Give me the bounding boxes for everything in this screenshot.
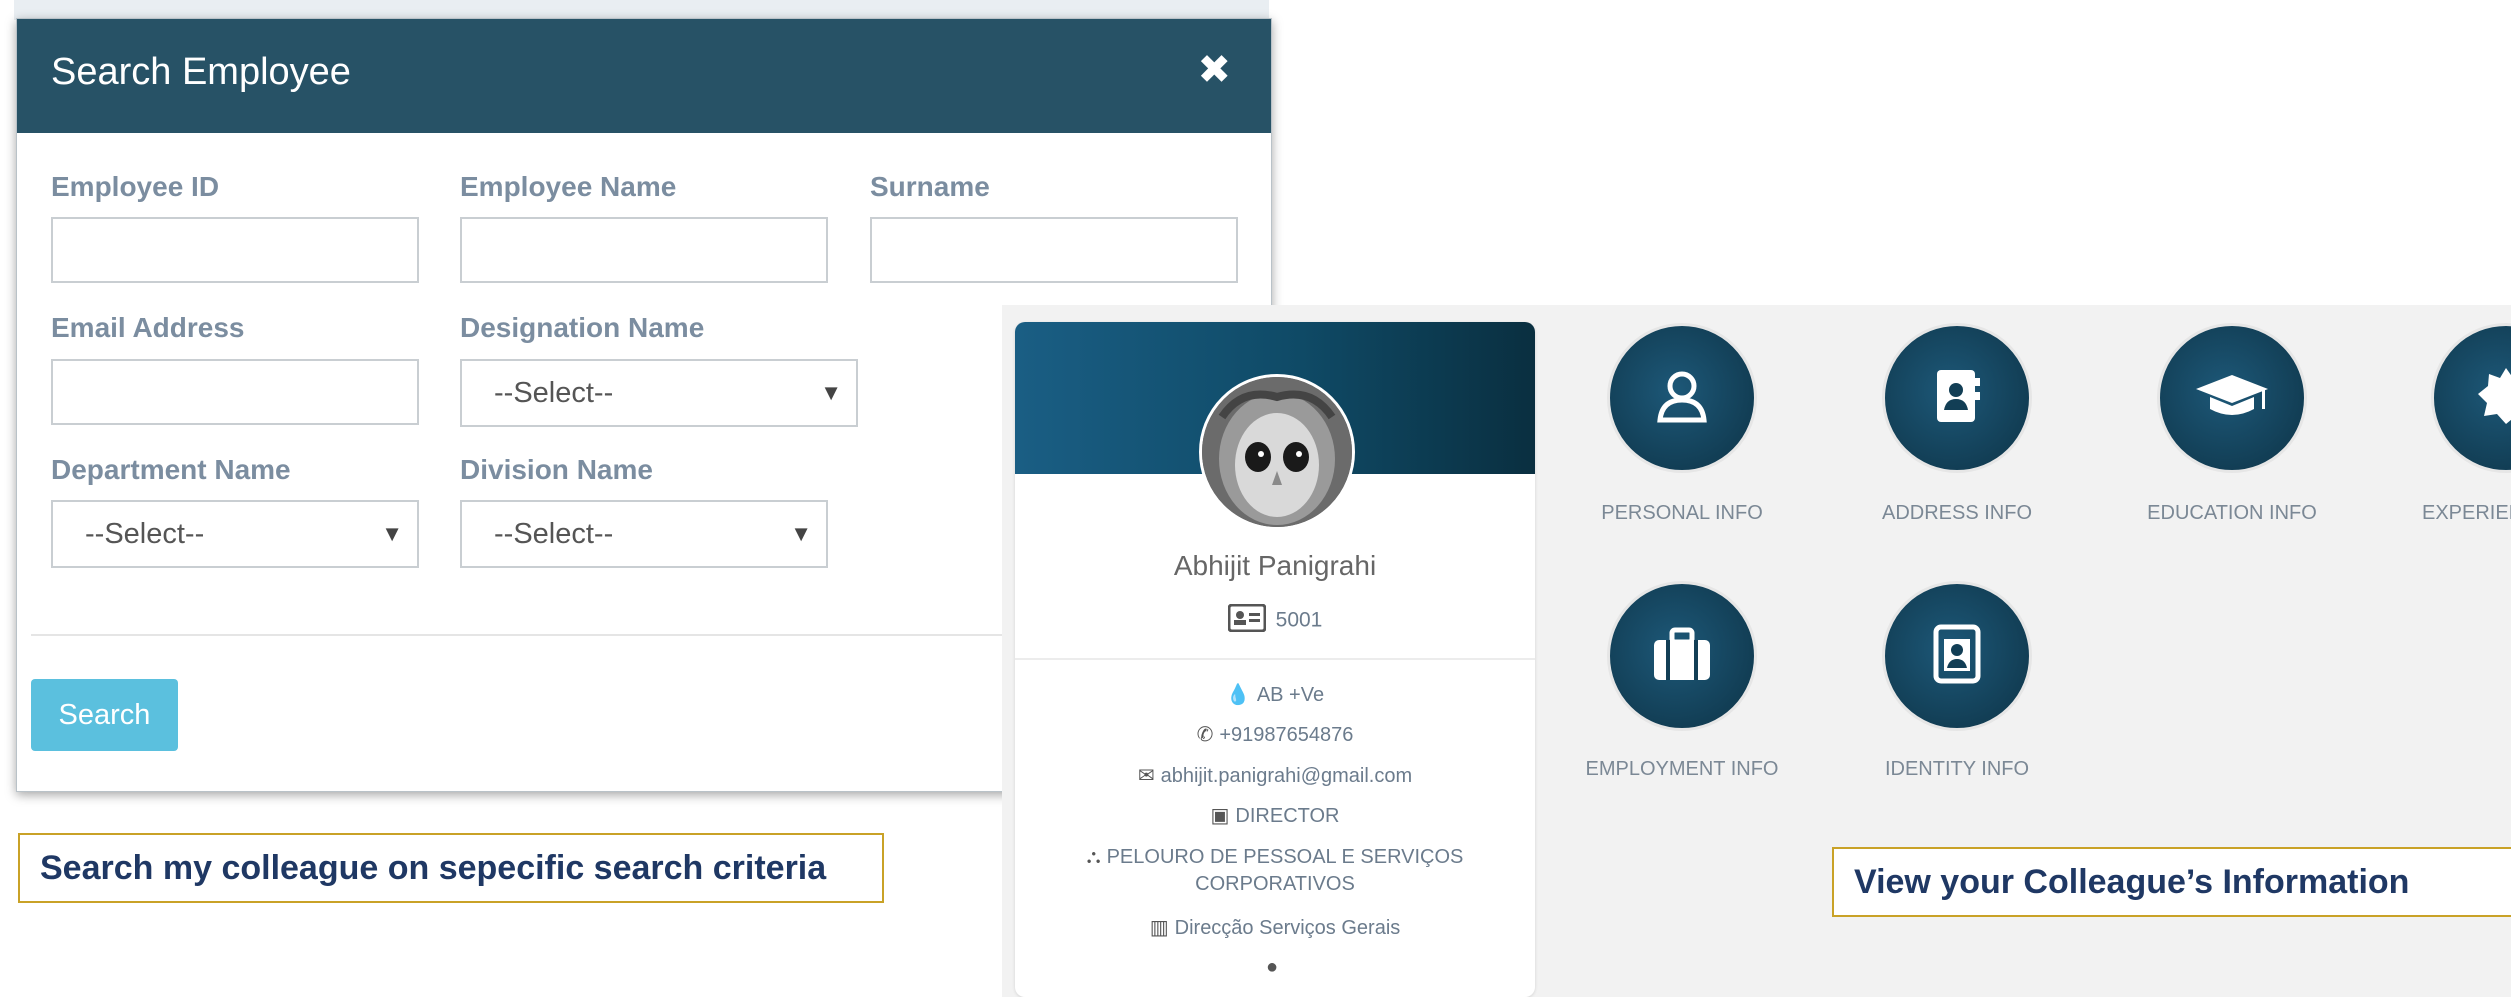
designation-label: Designation Name (460, 312, 705, 343)
department-select[interactable]: --Select-- ▼ (51, 500, 419, 568)
employee-name: Abhijit Panigrahi (1173, 550, 1377, 581)
search-button[interactable]: Search (31, 679, 178, 751)
identity-info-label[interactable]: IDENTITY INFO (1827, 758, 2087, 781)
department-select-value: --Select-- (85, 518, 205, 550)
chevron-down-icon: ▼ (790, 521, 812, 546)
employee-name-input[interactable] (460, 217, 828, 283)
close-icon[interactable]: ✖ (1197, 47, 1231, 93)
designation-select-value: --Select-- (494, 377, 614, 409)
backdrop-strip (14, 0, 1269, 20)
personal-info-tile[interactable] (1607, 323, 1757, 473)
division-label: Division Name (460, 454, 653, 485)
graduation-cap-icon (2194, 371, 2270, 426)
employee-id-row: 5001 (1015, 603, 1535, 638)
card-separator (1015, 658, 1535, 660)
id-card-icon (1227, 603, 1267, 638)
profile-card: Abhijit Panigrahi 5001 💧 AB +Ve ✆ +9198765… (1015, 322, 1535, 997)
personal-info-label[interactable]: PERSONAL INFO (1552, 502, 1812, 525)
briefcase-icon (1650, 626, 1714, 687)
division-select-value: --Select-- (494, 518, 614, 550)
person-icon (1652, 366, 1712, 431)
department-label: Department Name (51, 454, 291, 485)
phone-value: +91987654876 (1219, 724, 1354, 746)
chevron-down-icon: ▼ (820, 380, 842, 405)
employee-id-input[interactable] (51, 217, 419, 283)
avatar (1199, 374, 1355, 530)
badge-icon (2476, 366, 2511, 431)
phone-row: ✆ +91987654876 (1055, 722, 1495, 749)
education-info-label[interactable]: EDUCATION INFO (2102, 502, 2362, 525)
division-select[interactable]: --Select-- ▼ (460, 500, 828, 568)
droplet-icon: 💧 (1225, 684, 1251, 706)
surname-input[interactable] (870, 217, 1238, 283)
id-badge-icon: ▣ (1210, 805, 1230, 827)
address-info-tile[interactable] (1882, 323, 2032, 473)
designation-value: DIRECTOR (1235, 805, 1340, 827)
email-input[interactable] (51, 359, 419, 425)
division-value: Direcção Serviços Gerais (1174, 917, 1401, 939)
surname-label: Surname (870, 171, 990, 202)
employment-info-tile[interactable] (1607, 581, 1757, 731)
map-marker-icon: ● (1265, 956, 1279, 978)
view-caption: View your Colleague’s Information (1832, 847, 2511, 917)
email-label: Email Address (51, 312, 245, 343)
id-badge-icon (1932, 623, 1982, 690)
employee-id-value: 5001 (1275, 608, 1323, 632)
location-row: ● (1055, 954, 1495, 981)
department-value: PELOURO DE PESSOAL E SERVIÇOS CORPORATIV… (1106, 846, 1464, 895)
modal-header: Search Employee ✖ (17, 19, 1271, 133)
search-caption: Search my colleague on sepecific search … (18, 833, 884, 903)
division-row: ▥ Direcção Serviços Gerais (1055, 915, 1495, 942)
chevron-down-icon: ▼ (381, 521, 403, 546)
address-info-label[interactable]: ADDRESS INFO (1827, 502, 2087, 525)
designation-row: ▣ DIRECTOR (1055, 803, 1495, 830)
envelope-icon: ✉ (1137, 765, 1155, 787)
modal-title: Search Employee (51, 51, 351, 93)
phone-icon: ✆ (1196, 724, 1214, 746)
email-value: abhijit.panigrahi@gmail.com (1160, 765, 1413, 787)
blood-group-value: AB +Ve (1256, 684, 1325, 706)
sitemap-icon: ⛬ (1086, 846, 1101, 868)
employee-id-label: Employee ID (51, 171, 220, 202)
address-book-icon (1929, 366, 1985, 431)
education-info-tile[interactable] (2157, 323, 2307, 473)
building-icon: ▥ (1149, 917, 1169, 939)
employment-info-label[interactable]: EMPLOYMENT INFO (1552, 758, 1812, 781)
department-row: ⛬ PELOURO DE PESSOAL E SERVIÇOS CORPORATI… (1055, 844, 1495, 898)
email-row: ✉ abhijit.panigrahi@gmail.com (1055, 763, 1495, 790)
blood-group-row: 💧 AB +Ve (1055, 682, 1495, 709)
employee-name-label: Employee Name (460, 171, 677, 202)
experience-info-label[interactable]: EXPERIEN (2422, 502, 2511, 525)
designation-select[interactable]: --Select-- ▼ (460, 359, 858, 427)
identity-info-tile[interactable] (1882, 581, 2032, 731)
